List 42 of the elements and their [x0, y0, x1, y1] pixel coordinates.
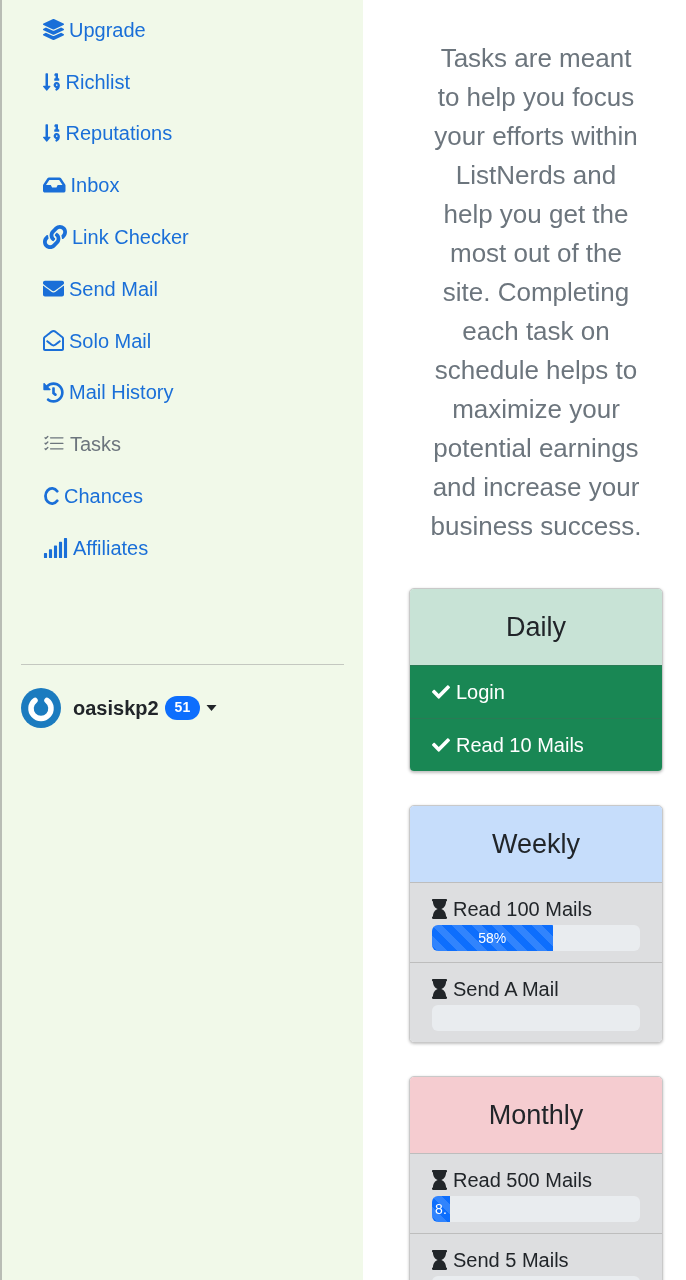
link-icon — [43, 225, 67, 250]
count-badge: 51 — [164, 695, 201, 720]
layers-icon — [43, 19, 64, 41]
sidebar-link[interactable]: Richlist — [43, 69, 130, 94]
sidebar-link[interactable]: Chances — [43, 484, 143, 509]
sort-down-icon — [43, 123, 61, 144]
hourglass-icon — [432, 1250, 447, 1270]
username[interactable]: oasiskp2 — [73, 695, 159, 720]
task-label: Read 10 Mails — [456, 733, 584, 757]
sidebar-link[interactable]: Link Checker — [43, 225, 189, 250]
caret-icon[interactable] — [206, 704, 218, 711]
card-header: Weekly — [410, 806, 662, 882]
task-label: Login — [456, 680, 505, 704]
sidebar-link[interactable]: Affiliates — [43, 535, 149, 560]
progress-label: 8. — [435, 1201, 447, 1217]
sidebar-link[interactable]: Tasks — [43, 432, 122, 457]
letter-c-icon — [43, 486, 59, 507]
signal-bars-icon — [43, 537, 68, 558]
sidebar-link[interactable]: Inbox — [43, 173, 120, 198]
avatar-icon — [21, 687, 61, 728]
open-envelope-icon — [43, 330, 64, 352]
history-icon — [43, 381, 64, 403]
hourglass-icon — [432, 899, 447, 919]
task-label: Send A Mail — [453, 977, 559, 1001]
sort-down-icon — [43, 71, 61, 92]
sidebar-link[interactable]: Mail History — [43, 380, 174, 405]
sidebar-link[interactable]: Upgrade — [43, 17, 146, 42]
task-label: Read 500 Mails — [453, 1168, 592, 1192]
hourglass-icon — [432, 979, 447, 999]
task-label: Read 100 Mails — [453, 897, 592, 921]
task-label: Send 5 Mails — [453, 1248, 569, 1272]
sidebar-link[interactable]: Send Mail — [43, 276, 158, 301]
intro-text: Tasks are meant to help you focus your efforts within ListNerds and help you get the most out of the site. Completing each task on schedule helps to maximize your potential earnings and increase your business success. — [429, 42, 643, 543]
inbox-tray-icon — [43, 175, 66, 196]
card-header: Daily — [410, 589, 662, 665]
check-icon — [432, 683, 450, 701]
hourglass-icon — [432, 1170, 447, 1190]
progress-label: 58% — [478, 930, 507, 946]
check-icon — [432, 736, 450, 754]
card-header: Monthly — [410, 1077, 662, 1153]
sidebar-link[interactable]: Solo Mail — [43, 328, 152, 353]
sidebar-link[interactable]: Reputations — [43, 121, 173, 146]
